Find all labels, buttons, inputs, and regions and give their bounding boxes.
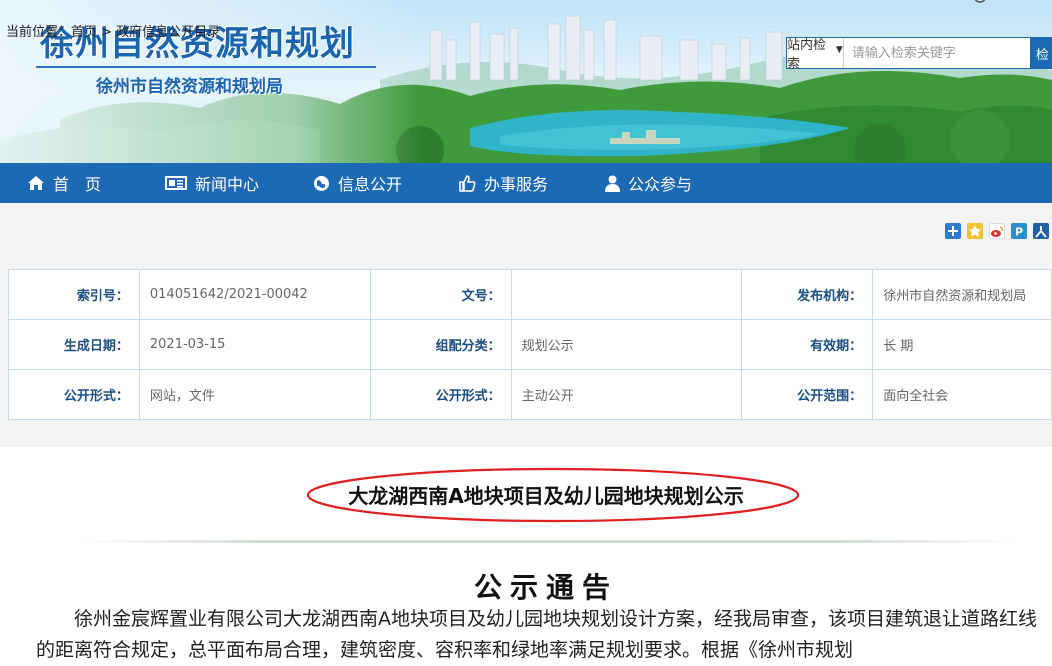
nav-label: 信息公开 bbox=[338, 175, 403, 194]
nav-item-news[interactable]: 新闻中心 bbox=[165, 163, 259, 203]
site-subtitle: 徐州市自然资源和规划局 bbox=[96, 77, 283, 97]
thumbs-up-icon bbox=[459, 174, 476, 192]
table-row: 公开形式： 网站，文件 公开形式： 主动公开 公开范围： 面向全社会 bbox=[8, 369, 1052, 420]
meta-label: 生成日期： bbox=[8, 319, 140, 370]
meta-label: 发布机构： bbox=[741, 269, 874, 320]
home-icon bbox=[28, 176, 44, 190]
top-corner-links[interactable] bbox=[940, 0, 1052, 9]
main-nav: 首 页 新闻中心 信息公开 办事服务 公众参与 bbox=[0, 163, 1052, 203]
meta-label: 索引号： bbox=[8, 269, 140, 320]
qzone-icon[interactable] bbox=[967, 223, 983, 239]
nav-label: 公众参与 bbox=[628, 175, 693, 194]
user-icon bbox=[605, 175, 620, 192]
nav-label: 办事服务 bbox=[484, 175, 549, 194]
nav-label: 首 页 bbox=[53, 175, 102, 194]
breadcrumb[interactable]: 当前位置：首页 > 政府信息公开目录 bbox=[6, 21, 220, 40]
meta-label: 公开形式： bbox=[8, 369, 140, 420]
nav-item-services[interactable]: 办事服务 bbox=[458, 163, 548, 203]
meta-info-table: 索引号： 014051642/2021-00042 文号： 发布机构： 徐州市自… bbox=[8, 269, 1052, 420]
meta-label: 公开范围： bbox=[741, 369, 874, 420]
meta-label: 文号： bbox=[369, 269, 512, 320]
pengyou-icon[interactable]: P bbox=[1011, 223, 1027, 239]
renren-icon[interactable] bbox=[1033, 223, 1049, 239]
breadcrumb-bar bbox=[0, 203, 1052, 261]
table-row: 索引号： 014051642/2021-00042 文号： 发布机构： 徐州市自… bbox=[8, 269, 1052, 320]
title-underline bbox=[36, 66, 376, 68]
meta-value: 面向全社会 bbox=[872, 369, 1052, 420]
search-button[interactable]: 检 bbox=[1029, 38, 1051, 68]
meta-value: 2021-03-15 bbox=[138, 319, 371, 370]
meta-value bbox=[510, 269, 743, 320]
meta-value: 主动公开 bbox=[510, 369, 743, 420]
search-scope-label: 站内检索 bbox=[787, 38, 827, 72]
svg-text:P: P bbox=[1015, 226, 1023, 239]
meta-label: 有效期： bbox=[741, 319, 874, 370]
meta-value: 网站，文件 bbox=[138, 369, 371, 420]
meta-label: 组配分类： bbox=[369, 319, 512, 370]
site-search: 站内检索 ▼ 检 bbox=[786, 37, 1052, 72]
nav-item-info[interactable]: 信息公开 bbox=[313, 163, 402, 203]
red-circle-annotation bbox=[306, 467, 800, 523]
add-share-icon[interactable] bbox=[945, 223, 961, 239]
meta-value: 长 期 bbox=[872, 319, 1052, 370]
table-row: 生成日期： 2021-03-15 组配分类： 规划公示 有效期： 长 期 bbox=[8, 319, 1052, 370]
meta-value: 徐州市自然资源和规划局 bbox=[872, 269, 1052, 320]
search-input[interactable] bbox=[843, 39, 1030, 67]
nav-item-participation[interactable]: 公众参与 bbox=[605, 163, 692, 203]
meta-value: 规划公示 bbox=[510, 319, 743, 370]
globe-icon bbox=[314, 175, 329, 191]
weibo-icon[interactable] bbox=[989, 223, 1005, 239]
top-corner-glyphs bbox=[974, 0, 986, 3]
section-gap bbox=[0, 433, 1052, 447]
meta-info-section: 索引号： 014051642/2021-00042 文号： 发布机构： 徐州市自… bbox=[0, 261, 1052, 433]
nav-item-home[interactable]: 首 页 bbox=[27, 163, 101, 203]
newspaper-icon bbox=[165, 176, 187, 190]
meta-label: 公开形式： bbox=[369, 369, 512, 420]
search-scope-dropdown[interactable]: 站内检索 ▼ bbox=[787, 38, 844, 72]
notice-heading: 公示通告 bbox=[473, 571, 618, 604]
nav-label: 新闻中心 bbox=[195, 175, 260, 194]
title-divider bbox=[80, 540, 1020, 543]
meta-value: 014051642/2021-00042 bbox=[138, 269, 371, 320]
share-toolbar: P bbox=[945, 223, 1049, 239]
caret-down-icon: ▼ bbox=[835, 45, 843, 55]
